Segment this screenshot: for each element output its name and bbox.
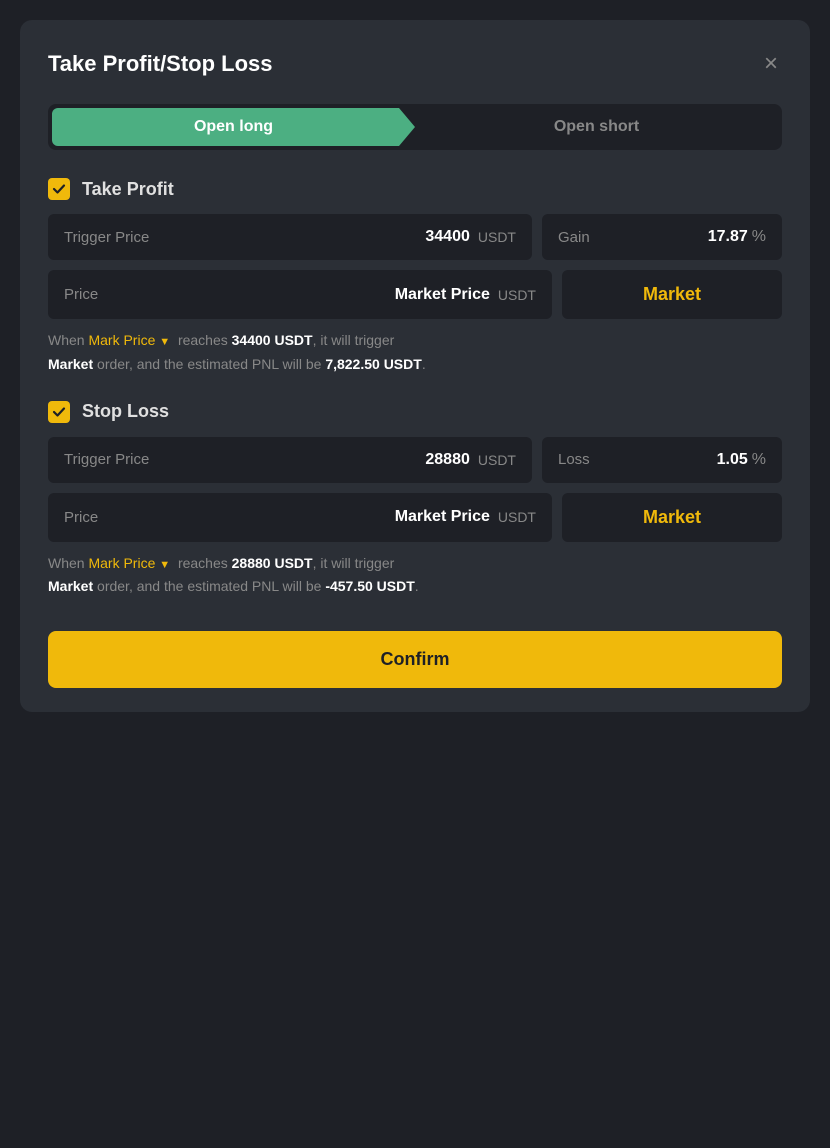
stop-loss-description: When Mark Price ▼ reaches 28880 USDT, it… [48, 552, 782, 600]
take-profit-description: When Mark Price ▼ reaches 34400 USDT, it… [48, 329, 782, 377]
take-profit-gain-field[interactable]: Gain 17.87 % [542, 214, 782, 260]
sl-trigger-price-label: Trigger Price [64, 451, 149, 468]
close-button[interactable]: × [760, 48, 782, 80]
stop-loss-price-field[interactable]: Price Market Price USDT [48, 493, 552, 542]
take-profit-checkbox[interactable] [48, 178, 70, 200]
take-profit-market-button[interactable]: Market [562, 270, 782, 319]
stop-loss-label: Stop Loss [82, 401, 169, 422]
stop-loss-trigger-field[interactable]: Trigger Price 28880 USDT [48, 437, 532, 483]
take-profit-trigger-field[interactable]: Trigger Price 34400 USDT [48, 214, 532, 260]
tab-open-short[interactable]: Open short [415, 108, 778, 146]
trigger-price-value-group: 34400 USDT [425, 228, 516, 246]
price-value: Market Price [395, 286, 490, 304]
stop-loss-market-button[interactable]: Market [562, 493, 782, 542]
sl-price-unit: USDT [498, 509, 536, 525]
trigger-price-unit: USDT [478, 229, 516, 245]
loss-unit: % [752, 451, 766, 469]
mark-price-link-sl[interactable]: Mark Price ▼ [88, 555, 170, 571]
take-profit-header: Take Profit [48, 178, 782, 200]
sl-market-label: Market [643, 507, 701, 528]
stop-loss-checkbox[interactable] [48, 401, 70, 423]
loss-number: 1.05 [717, 451, 748, 469]
stop-loss-section: Stop Loss Trigger Price 28880 USDT Loss … [48, 401, 782, 600]
sl-trigger-price-value-group: 28880 USDT [425, 451, 516, 469]
modal-title: Take Profit/Stop Loss [48, 51, 273, 77]
sl-price-value-group: Market Price USDT [395, 508, 536, 526]
take-profit-price-row: Price Market Price USDT Market [48, 270, 782, 319]
stop-loss-trigger-row: Trigger Price 28880 USDT Loss 1.05 % [48, 437, 782, 483]
market-label: Market [643, 284, 701, 305]
price-label: Price [64, 286, 98, 303]
sl-price-label: Price [64, 509, 98, 526]
sl-trigger-price-unit: USDT [478, 452, 516, 468]
stop-loss-price-row: Price Market Price USDT Market [48, 493, 782, 542]
loss-label: Loss [558, 451, 590, 468]
stop-loss-loss-field[interactable]: Loss 1.05 % [542, 437, 782, 483]
price-unit: USDT [498, 287, 536, 303]
modal-header: Take Profit/Stop Loss × [48, 48, 782, 80]
gain-value-group: 17.87 % [708, 228, 766, 246]
take-profit-price-field[interactable]: Price Market Price USDT [48, 270, 552, 319]
take-profit-trigger-row: Trigger Price 34400 USDT Gain 17.87 % [48, 214, 782, 260]
confirm-button[interactable]: Confirm [48, 631, 782, 688]
stop-loss-header: Stop Loss [48, 401, 782, 423]
price-value-group: Market Price USDT [395, 286, 536, 304]
tab-switcher: Open long Open short [48, 104, 782, 150]
trigger-price-number: 34400 [425, 228, 470, 246]
gain-unit: % [752, 228, 766, 246]
modal-container: Take Profit/Stop Loss × Open long Open s… [20, 20, 810, 712]
sl-price-value: Market Price [395, 508, 490, 526]
gain-label: Gain [558, 229, 590, 246]
trigger-price-label: Trigger Price [64, 229, 149, 246]
gain-number: 17.87 [708, 228, 748, 246]
loss-value-group: 1.05 % [717, 451, 766, 469]
mark-price-link-tp[interactable]: Mark Price ▼ [88, 332, 170, 348]
sl-trigger-price-number: 28880 [425, 451, 470, 469]
tab-open-long[interactable]: Open long [52, 108, 415, 146]
take-profit-label: Take Profit [82, 179, 174, 200]
take-profit-section: Take Profit Trigger Price 34400 USDT Gai… [48, 178, 782, 377]
